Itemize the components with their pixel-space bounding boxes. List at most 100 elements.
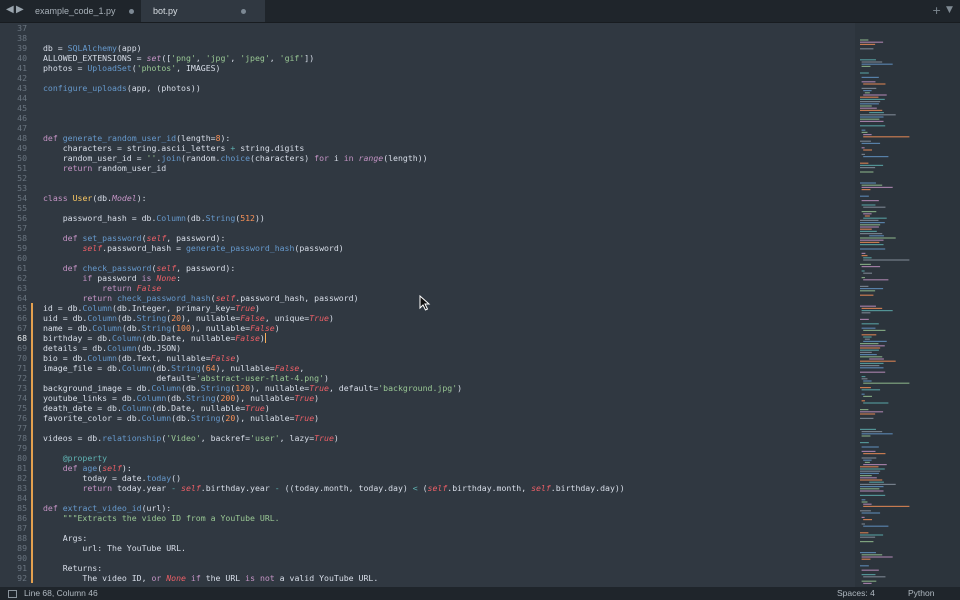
code-line[interactable]: 87 bbox=[0, 523, 855, 533]
minimap-line bbox=[861, 389, 881, 391]
code-line[interactable]: 71 image_file = db.Column(db.String(64), … bbox=[0, 363, 855, 373]
code-line[interactable]: 89 url: The YouTube URL. bbox=[0, 543, 855, 553]
code-line[interactable]: 70 bio = db.Column(db.Text, nullable=Fals… bbox=[0, 353, 855, 363]
code-line[interactable]: 92 The video ID, or None if the URL is n… bbox=[0, 573, 855, 583]
code-line[interactable]: 83 return today.year - self.birthday.yea… bbox=[0, 483, 855, 493]
code-line[interactable]: 42 bbox=[0, 73, 855, 83]
code-line[interactable]: 54 class User(db.Model): bbox=[0, 193, 855, 203]
code-line[interactable]: 85 def extract_video_id(url): bbox=[0, 503, 855, 513]
code-line[interactable]: 82 today = date.today() bbox=[0, 473, 855, 483]
minimap-line bbox=[861, 376, 866, 378]
modified-line-marker bbox=[31, 553, 33, 563]
code-line[interactable]: 69 details = db.Column(db.JSON) bbox=[0, 343, 855, 353]
syntax-selector[interactable]: Python bbox=[908, 587, 934, 600]
code-line[interactable]: 46 bbox=[0, 113, 855, 123]
panel-toggle-icon[interactable] bbox=[8, 590, 17, 598]
code-line[interactable]: 39 db = SQLAlchemy(app) bbox=[0, 43, 855, 53]
code-text: configure_uploads(app, (photos)) bbox=[43, 83, 201, 93]
code-text: return check_password_hash(self.password… bbox=[82, 293, 359, 303]
minimap-line bbox=[861, 147, 865, 149]
minimap-line bbox=[860, 290, 876, 292]
code-line[interactable]: 48 def generate_random_user_id(length=8): bbox=[0, 133, 855, 143]
code-line[interactable]: 55 bbox=[0, 203, 855, 213]
code-line[interactable]: 40 ALLOWED_EXTENSIONS = set(['png', 'jpg'… bbox=[0, 53, 855, 63]
code-line[interactable]: 68 birthday = db.Column(db.Date, nullable… bbox=[0, 333, 855, 343]
code-line[interactable]: 47 bbox=[0, 123, 855, 133]
minimap-line bbox=[863, 503, 872, 505]
minimap-line bbox=[863, 83, 886, 85]
code-line[interactable]: 56 password_hash = db.Column(db.String(5… bbox=[0, 213, 855, 223]
minimap-line bbox=[860, 552, 876, 554]
code-line[interactable]: 37 bbox=[0, 23, 855, 33]
modified-line-marker bbox=[31, 403, 33, 413]
minimap-preview bbox=[860, 39, 910, 584]
code-line[interactable]: 63 return False bbox=[0, 283, 855, 293]
code-line[interactable]: 45 bbox=[0, 103, 855, 113]
code-line[interactable]: 61 def check_password(self, password): bbox=[0, 263, 855, 273]
minimap-line bbox=[860, 356, 883, 358]
minimap-line bbox=[860, 490, 884, 492]
minimap-line bbox=[864, 338, 870, 340]
indentation-setting[interactable]: Spaces: 4 bbox=[837, 587, 875, 600]
code-line[interactable]: 60 bbox=[0, 253, 855, 263]
unsaved-dot-icon[interactable] bbox=[129, 9, 134, 14]
code-line[interactable]: 84 bbox=[0, 493, 855, 503]
minimap-line bbox=[861, 556, 893, 558]
minimap-line bbox=[861, 431, 883, 433]
back-arrow-icon[interactable]: ◀ bbox=[6, 4, 14, 15]
minimap-line bbox=[860, 466, 879, 468]
code-line[interactable]: 43 configure_uploads(app, (photos)) bbox=[0, 83, 855, 93]
new-tab-plus-icon[interactable]: + bbox=[932, 4, 941, 17]
code-line[interactable]: 79 bbox=[0, 443, 855, 453]
modified-line-marker bbox=[31, 343, 33, 353]
minimap-line bbox=[860, 347, 881, 349]
tab-example-code[interactable]: example_code_1.py bbox=[23, 0, 153, 22]
unsaved-dot-icon[interactable] bbox=[241, 9, 246, 14]
minimap-line bbox=[869, 112, 884, 114]
code-line[interactable]: 58 def set_password(self, password): bbox=[0, 233, 855, 243]
code-line[interactable]: 51 return random_user_id bbox=[0, 163, 855, 173]
minimap-line bbox=[860, 472, 879, 474]
code-line[interactable]: 86 """Extracts the video ID from a YouTu… bbox=[0, 513, 855, 523]
code-line[interactable]: 72 default='abstract-user-flat-4.png') bbox=[0, 373, 855, 383]
code-line[interactable]: 80 @property bbox=[0, 453, 855, 463]
code-line[interactable]: 90 bbox=[0, 553, 855, 563]
code-line[interactable]: 77 bbox=[0, 423, 855, 433]
code-line[interactable]: 50 random_user_id = ''.join(random.choic… bbox=[0, 153, 855, 163]
code-line[interactable]: 73 background_image = db.Column(db.String… bbox=[0, 383, 855, 393]
line-number: 45 bbox=[17, 103, 27, 113]
line-number: 59 bbox=[17, 243, 27, 253]
code-line[interactable]: 53 bbox=[0, 183, 855, 193]
code-line[interactable]: 62 if password is None: bbox=[0, 273, 855, 283]
line-number: 60 bbox=[17, 253, 27, 263]
code-line[interactable]: 57 bbox=[0, 223, 855, 233]
code-line[interactable]: 75 death_date = db.Column(db.Date, nullab… bbox=[0, 403, 855, 413]
tab-bot-py[interactable]: bot.py bbox=[141, 0, 265, 22]
code-line[interactable]: 78 videos = db.relationship('Video', back… bbox=[0, 433, 855, 443]
code-line[interactable]: 44 bbox=[0, 93, 855, 103]
minimap-line bbox=[863, 217, 887, 219]
minimap-line bbox=[860, 409, 869, 411]
code-line[interactable]: 76 favorite_color = db.Column(db.String(2… bbox=[0, 413, 855, 423]
code-line[interactable]: 41 photos = UploadSet('photos', IMAGES) bbox=[0, 63, 855, 73]
minimap-line bbox=[860, 288, 884, 290]
code-line[interactable]: 38 bbox=[0, 33, 855, 43]
code-line[interactable]: 74 youtube_links = db.Column(db.String(20… bbox=[0, 393, 855, 403]
code-line[interactable]: 88 Args: bbox=[0, 533, 855, 543]
code-line[interactable]: 91 Returns: bbox=[0, 563, 855, 573]
code-line[interactable]: 49 characters = string.ascii_letters + s… bbox=[0, 143, 855, 153]
code-text: Returns: bbox=[43, 563, 103, 573]
minimap-line bbox=[861, 186, 893, 188]
code-line[interactable]: 66 uid = db.Column(db.String(20), nullabl… bbox=[0, 313, 855, 323]
code-line[interactable]: 67 name = db.Column(db.String(100), nulla… bbox=[0, 323, 855, 333]
modified-line-marker bbox=[31, 353, 33, 363]
minimap[interactable] bbox=[855, 23, 960, 587]
code-line[interactable]: 52 bbox=[0, 173, 855, 183]
code-line[interactable]: 59 self.password_hash = generate_passwor… bbox=[0, 243, 855, 253]
line-number: 37 bbox=[17, 23, 27, 33]
minimap-line bbox=[860, 107, 877, 109]
code-line[interactable]: 81 def age(self): bbox=[0, 463, 855, 473]
line-number: 91 bbox=[17, 563, 27, 573]
tab-menu-chevron-icon[interactable]: ▼ bbox=[946, 5, 953, 15]
minimap-line bbox=[860, 428, 876, 430]
